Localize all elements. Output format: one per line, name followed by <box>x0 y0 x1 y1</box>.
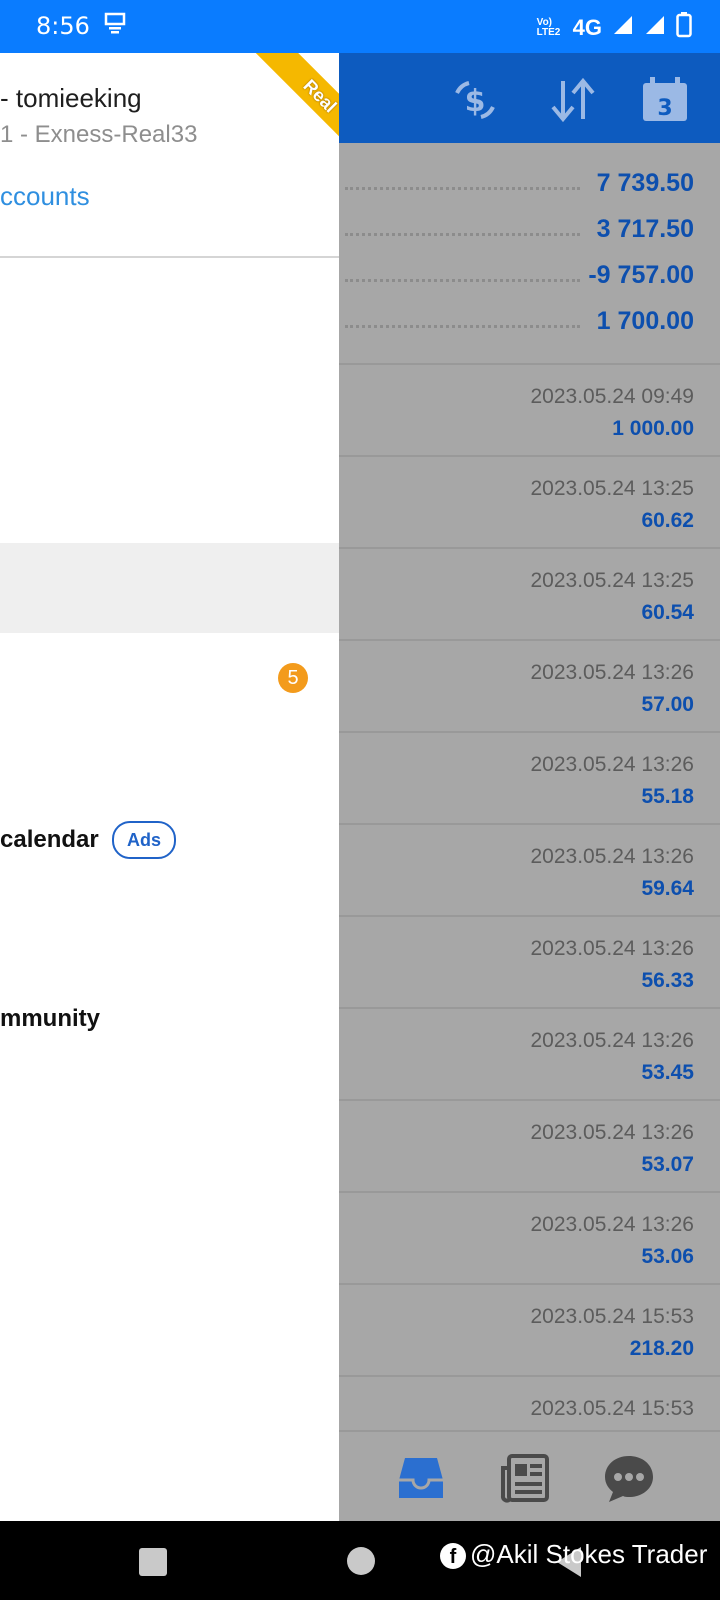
currency-exchange-icon[interactable]: $ <box>447 75 503 125</box>
deal-amount: 53.06 <box>641 1245 694 1268</box>
deal-amount: 57.00 <box>641 693 694 716</box>
account-name: - tomieeking <box>0 83 142 113</box>
deal-row[interactable]: 2023.05.24 15:53 <box>339 1375 720 1432</box>
deal-date: 2023.05.24 13:26 <box>530 1213 695 1236</box>
volte-icon: Vo) LTE2 <box>536 17 561 38</box>
battery-icon <box>676 12 692 44</box>
deal-amount: 218.20 <box>629 1337 694 1360</box>
deal-date: 2023.05.24 13:25 <box>530 477 695 500</box>
deal-row[interactable]: 2023.05.24 13:26 57.00 <box>339 639 720 732</box>
drawer-item-economic-calendar[interactable]: calendar <box>0 826 99 854</box>
deal-row[interactable]: 2023.05.24 13:26 53.45 <box>339 1007 720 1100</box>
deal-amount: 55.18 <box>641 785 694 808</box>
real-account-ribbon: Real <box>252 53 339 164</box>
deal-amount: 56.33 <box>641 969 694 992</box>
balance-value: 1 700.00 <box>596 307 694 335</box>
deal-date: 2023.05.24 13:26 <box>530 1121 695 1144</box>
notification-icon <box>104 12 126 40</box>
deal-row[interactable]: 2023.05.24 13:26 59.64 <box>339 823 720 916</box>
deal-row[interactable]: 2023.05.24 13:26 53.07 <box>339 1099 720 1192</box>
chat-icon[interactable] <box>601 1450 657 1506</box>
calendar-icon[interactable]: 3 <box>637 75 693 125</box>
balance-row: 1 700.00 <box>339 299 720 345</box>
deal-amount: 60.54 <box>641 601 694 624</box>
deal-date: 2023.05.24 13:26 <box>530 661 695 684</box>
deal-date: 2023.05.24 13:26 <box>530 845 695 868</box>
deal-row[interactable]: 2023.05.24 09:49 1 000.00 <box>339 363 720 456</box>
drawer-item-community[interactable]: mmunity <box>0 1005 100 1033</box>
deal-amount: 60.62 <box>641 509 694 532</box>
deal-amount: 59.64 <box>641 877 694 900</box>
signal-icon <box>612 14 634 42</box>
signal-icon-2 <box>644 14 666 42</box>
deal-amount: 1 000.00 <box>612 417 694 440</box>
ribbon-label: Real <box>299 75 339 117</box>
ads-tag: Ads <box>112 821 176 859</box>
svg-text:$: $ <box>465 84 486 119</box>
deal-amount: 53.45 <box>641 1061 694 1084</box>
deal-date: 2023.05.24 13:26 <box>530 1029 695 1052</box>
navigation-drawer: - tomieeking 1 - Exness-Real33 ccounts R… <box>0 53 339 1521</box>
deal-date: 2023.05.24 15:53 <box>530 1397 695 1420</box>
deal-row[interactable]: 2023.05.24 13:25 60.54 <box>339 547 720 640</box>
watermark-text: @Akil Stokes Trader <box>470 1539 708 1569</box>
deal-row[interactable]: 2023.05.24 13:26 53.06 <box>339 1191 720 1284</box>
deal-row[interactable]: 2023.05.24 13:25 60.62 <box>339 455 720 548</box>
balance-row: -9 757.00 <box>339 253 720 299</box>
facebook-icon: f <box>440 1543 466 1570</box>
deal-date: 2023.05.24 13:26 <box>530 937 695 960</box>
manage-accounts-link[interactable]: ccounts <box>0 181 90 212</box>
drawer-divider <box>0 256 339 258</box>
account-server: 1 - Exness-Real33 <box>0 121 198 148</box>
bottom-navigation <box>339 1430 720 1523</box>
recent-apps-button[interactable] <box>139 1548 167 1576</box>
deal-row[interactable]: 2023.05.24 13:26 56.33 <box>339 915 720 1008</box>
app-bar: $ 3 <box>339 53 720 143</box>
home-button[interactable] <box>347 1547 375 1575</box>
status-time: 8:56 <box>36 12 90 40</box>
leader-dots <box>345 325 580 328</box>
deal-row[interactable]: 2023.05.24 15:53 218.20 <box>339 1283 720 1376</box>
deal-date: 2023.05.24 15:53 <box>530 1305 695 1328</box>
sort-icon[interactable] <box>545 75 601 125</box>
news-icon[interactable] <box>497 1450 553 1506</box>
deal-row[interactable]: 2023.05.24 13:26 55.18 <box>339 731 720 824</box>
deal-date: 2023.05.24 09:49 <box>530 385 695 408</box>
calendar-day: 3 <box>657 96 672 121</box>
system-navigation-bar: f @Akil Stokes Trader <box>0 1521 720 1600</box>
balance-value: 3 717.50 <box>596 215 694 243</box>
notification-badge: 5 <box>278 663 308 693</box>
balance-row: 3 717.50 <box>339 207 720 253</box>
inbox-icon[interactable] <box>393 1450 449 1506</box>
status-bar: 8:56 Vo) LTE2 4G <box>0 0 720 53</box>
watermark: f @Akil Stokes Trader <box>440 1539 707 1570</box>
balance-value: -9 757.00 <box>588 261 694 289</box>
leader-dots <box>345 233 580 236</box>
leader-dots <box>345 187 580 190</box>
leader-dots <box>345 279 580 282</box>
balance-value: 7 739.50 <box>596 169 694 197</box>
main-content-overlay[interactable]: $ 3 7 739.50 3 717.50 -9 757.00 1 700.00… <box>339 53 720 1523</box>
drawer-item-selected[interactable] <box>0 543 339 633</box>
deal-date: 2023.05.24 13:25 <box>530 569 695 592</box>
network-type: 4G <box>572 15 602 40</box>
deal-date: 2023.05.24 13:26 <box>530 753 695 776</box>
balance-summary: 7 739.50 3 717.50 -9 757.00 1 700.00 <box>339 143 720 353</box>
balance-row: 7 739.50 <box>339 161 720 207</box>
deal-amount: 53.07 <box>641 1153 694 1176</box>
